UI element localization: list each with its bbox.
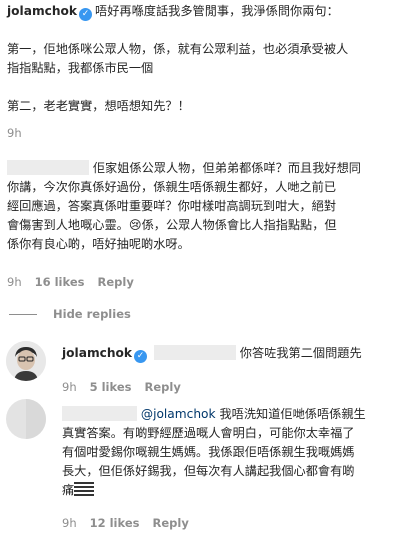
reply-button[interactable]: Reply — [97, 275, 133, 289]
reply-1-meta: 9h 5 likes Reply — [62, 380, 194, 394]
striped-emoji-icon — [74, 482, 95, 496]
comment-line: 你講，今次你真係好過份，係親生唔係親生都好，人哋之前已 — [7, 180, 337, 194]
reply-text: 你答咗我第二個問題先 — [239, 346, 362, 360]
reply-line: 長大，但佢係好錫我，但每次有人講起我個心都會有啲 — [62, 464, 355, 478]
avatar-blurred[interactable] — [6, 399, 46, 439]
comment-line: 佢家姐係公眾人物，但弟弟都係咩？而且我好想同 — [92, 161, 361, 175]
comment-line: 會傷害到人地嘅心靈。😢係，公眾人物係會比人指指點點，但 — [7, 218, 337, 232]
caption-line: 第二，老老實實，想唔想知先？！ — [7, 99, 190, 113]
replies-divider — [9, 314, 37, 315]
caption-line: 第一，佢地係咪公眾人物，係，就有公眾利益，也必須承受被人 — [7, 42, 349, 56]
verified-badge-icon: ✓ — [79, 8, 93, 21]
caption-line: 指指點點，我都係市民一個 — [7, 61, 154, 75]
blurred-username — [153, 345, 236, 360]
hide-replies-button[interactable]: Hide replies — [53, 307, 131, 321]
mention-link[interactable]: @jolamchok — [141, 407, 216, 421]
avatar[interactable] — [6, 341, 46, 381]
reply-line: 我唔洗知道佢哋係唔係親生 — [219, 407, 366, 421]
caption-line: 唔好再喺度話我多管閒事，我淨係問你兩句： — [95, 4, 339, 18]
comment-line: 經回應過，答案真係咁重要咩？你咁樣咁高調玩到咁大，絕對 — [7, 199, 337, 213]
avatar-face-icon — [6, 341, 46, 381]
blurred-username — [7, 160, 89, 175]
reply-line: 真實答案。有啲野經歷過嘅人會明白，可能你太幸福了 — [62, 426, 355, 440]
reply-1: jolamchok ✓ 你答咗我第二個問題先 — [62, 344, 362, 363]
reply-2: @jolamchok 我唔洗知道佢哋係唔係親生 真實答案。有啲野經歷過嘅人會明白… — [62, 405, 407, 500]
reply-time: 9h — [62, 380, 77, 394]
post-time: 9h — [7, 126, 22, 140]
verified-badge-icon: ✓ — [134, 350, 148, 363]
reply-2-meta: 9h 12 likes Reply — [62, 516, 202, 530]
reply-line: 痛 — [62, 483, 75, 497]
post-username[interactable]: jolamchok — [7, 4, 77, 18]
likes-count[interactable]: 12 likes — [90, 516, 140, 530]
likes-count[interactable]: 16 likes — [35, 275, 85, 289]
reply-button[interactable]: Reply — [152, 516, 188, 530]
comment-1-meta: 9h 16 likes Reply — [7, 275, 147, 289]
comment-line: 係你有良心啲，唔好抽呢啲水呀。 — [7, 237, 190, 251]
reply-button[interactable]: Reply — [144, 380, 180, 394]
comment-1: 佢家姐係公眾人物，但弟弟都係咩？而且我好想同 你講，今次你真係好過份，係親生唔係… — [7, 159, 407, 254]
blurred-username — [62, 406, 137, 421]
reply-username[interactable]: jolamchok — [62, 346, 132, 360]
reply-line: 有個咁愛錫你嘅親生媽媽。我係跟佢唔係親生我嘅媽媽 — [62, 445, 355, 459]
reply-time: 9h — [62, 516, 77, 530]
post-caption: jolamchok ✓ 唔好再喺度話我多管閒事，我淨係問你兩句： 第一，佢地係咪公眾… — [7, 2, 407, 116]
likes-count[interactable]: 5 likes — [90, 380, 132, 394]
comment-time: 9h — [7, 275, 22, 289]
